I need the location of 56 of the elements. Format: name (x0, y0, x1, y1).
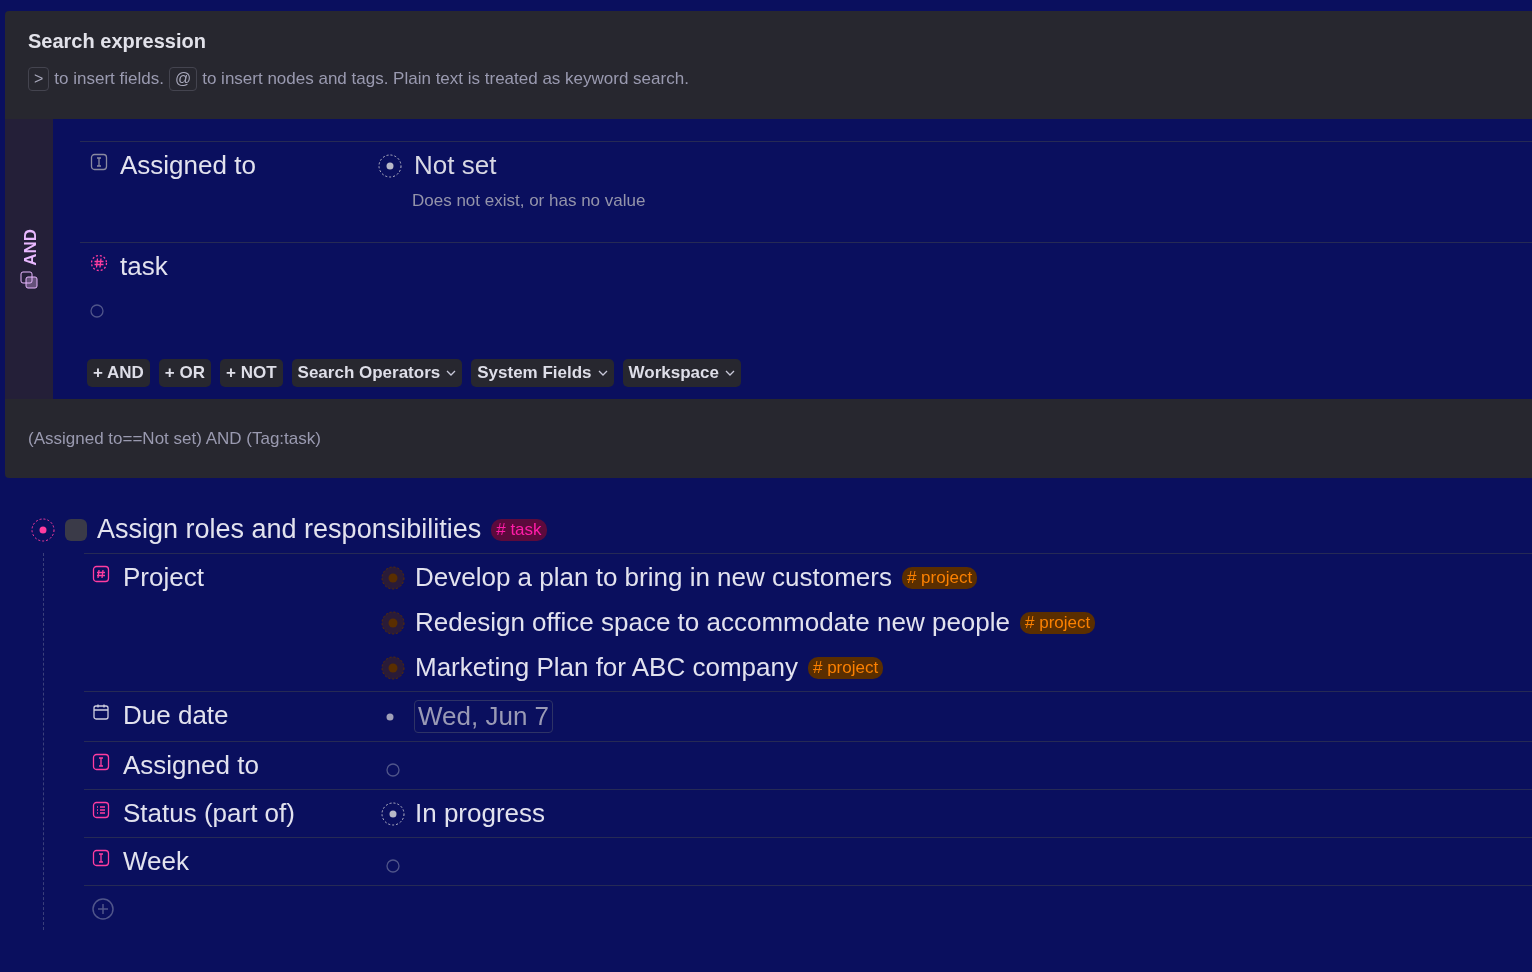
add-button[interactable]: + NOT (220, 359, 283, 387)
caret-icon (725, 370, 735, 376)
key-hint: > (28, 67, 50, 91)
empty-bullet-icon (386, 858, 400, 873)
calendar-icon (92, 703, 110, 721)
bullet-icon (378, 153, 402, 178)
empty-bullet-icon (90, 304, 104, 318)
field-label: Due date (123, 700, 230, 732)
text-field-icon (92, 849, 110, 867)
field-label: Assigned to (123, 750, 260, 781)
empty-bullet-icon (386, 762, 400, 777)
date-field[interactable]: Wed, Jun 7 (414, 700, 554, 733)
reference-title[interactable]: Redesign office space to accommodate new people (415, 607, 1010, 638)
layers-icon (20, 271, 38, 290)
field-label: Project (123, 562, 205, 594)
value-description: Does not exist, or has no value (412, 191, 646, 211)
hash-icon (90, 254, 108, 272)
operator-label: AND (20, 228, 38, 266)
value-text: Not set (414, 150, 497, 181)
operator-bar[interactable]: AND (5, 119, 53, 399)
tag[interactable]: # project (901, 566, 978, 589)
tag[interactable]: # project (807, 656, 884, 679)
field-label: Week (123, 846, 190, 877)
reference-title[interactable]: Marketing Plan for ABC company (415, 652, 798, 683)
add-button[interactable]: + AND (87, 359, 150, 387)
bullet-icon (381, 610, 405, 635)
dropdown-button[interactable]: Workspace (622, 359, 741, 387)
tag[interactable]: # project (1020, 611, 1096, 634)
node-title[interactable]: Assign roles and responsibilities (97, 514, 482, 545)
value-text: In progress (415, 798, 546, 829)
hash-icon (92, 565, 110, 583)
dropdown-button[interactable]: System Fields (471, 359, 614, 387)
dropdown-button[interactable]: Search Operators (291, 359, 463, 387)
reference-title[interactable]: Develop a plan to bring in new customers (415, 562, 892, 593)
bullet-icon (31, 517, 55, 542)
bullet-icon (381, 801, 405, 826)
hint-text: to insert nodes and tags. Plain text is treated as keyword search. (202, 69, 689, 89)
tag[interactable]: # task (491, 518, 547, 541)
text-field-icon (92, 753, 110, 771)
caret-icon (446, 370, 457, 376)
hint-text: to insert fields. (54, 69, 164, 89)
bullet-icon (381, 655, 405, 680)
text-field-icon (90, 153, 108, 171)
list-icon (92, 801, 110, 819)
bullet-icon (386, 712, 394, 721)
tag-label: task (120, 251, 169, 282)
bullet-icon (381, 565, 405, 590)
field-label: Assigned to (120, 150, 257, 182)
add-button[interactable]: + OR (158, 359, 211, 387)
field-label: Status (part of) (123, 798, 296, 829)
key-hint: @ (168, 67, 198, 91)
add-icon[interactable] (92, 898, 114, 920)
expression-text: (Assigned to==Not set) AND (Tag:task) (27, 428, 322, 450)
panel-title: Search expression (28, 30, 207, 53)
checkbox[interactable] (65, 518, 87, 541)
caret-icon (597, 370, 608, 376)
